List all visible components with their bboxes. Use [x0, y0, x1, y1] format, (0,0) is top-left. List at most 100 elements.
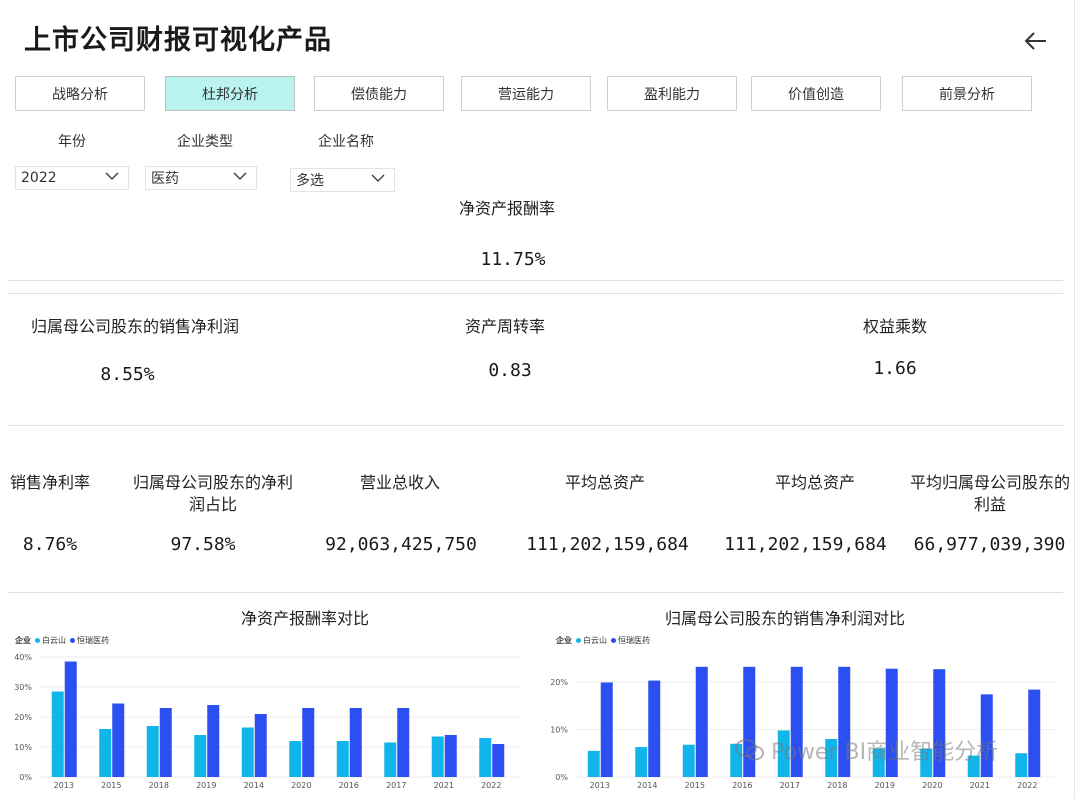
avg-parent-equity-value: 66,977,039,390 [913, 534, 1066, 555]
tab-dupont-analysis[interactable]: 杜邦分析 [165, 76, 295, 111]
net-margin-chart-title: 归属母公司股东的销售净利润对比 [664, 609, 905, 628]
company-type-dropdown[interactable]: 医药 [145, 166, 257, 190]
parent-profit-share-value: 97.58% [170, 534, 236, 555]
bar-baiyunshan-2019[interactable] [194, 735, 207, 777]
bar-baiyunshan-2022[interactable] [1015, 753, 1028, 777]
y-tick-label: 20% [14, 713, 32, 722]
x-tick-label: 2015 [685, 781, 705, 790]
parent-profit-share-label: 归属母公司股东的净利润占比 [133, 473, 294, 514]
chevron-down-icon [233, 172, 247, 180]
legend-dot-icon [70, 638, 75, 643]
equity-multiplier-value: 1.66 [873, 358, 917, 379]
legend-dot-icon [35, 638, 40, 643]
y-tick-label: 0% [19, 773, 32, 782]
bar-hengrui-2018[interactable] [159, 708, 172, 777]
bar-hengrui-2020[interactable] [302, 708, 315, 777]
watermark: Power BI商业智能分析 [735, 734, 998, 766]
legend-dot-icon [576, 638, 581, 643]
x-tick-label: 2014 [244, 781, 264, 790]
year-dropdown-value: 2022 [21, 170, 57, 186]
x-tick-label: 2022 [1017, 781, 1037, 790]
tab-strategy-analysis[interactable]: 战略分析 [15, 76, 145, 111]
bar-baiyunshan-2013[interactable] [51, 691, 64, 778]
company-type-value: 医药 [151, 171, 179, 187]
avg-assets-label: 平均总资产 [564, 473, 645, 492]
x-tick-label: 2017 [386, 781, 406, 790]
bar-hengrui-2013[interactable] [600, 682, 613, 777]
y-tick-label: 40% [14, 653, 32, 662]
asset-turnover-label: 资产周转率 [464, 317, 545, 336]
bar-hengrui-2016[interactable] [349, 708, 362, 777]
bar-baiyunshan-2018[interactable] [146, 726, 159, 777]
x-tick-label: 2015 [101, 781, 121, 790]
bar-hengrui-2014[interactable] [648, 680, 661, 777]
x-tick-label: 2020 [291, 781, 311, 790]
avg-assets-value-2: 111,202,159,684 [724, 534, 887, 555]
divider [8, 425, 1063, 426]
tab-label: 偿债能力 [351, 86, 407, 103]
bar-baiyunshan-2015[interactable] [99, 729, 112, 777]
x-tick-label: 2016 [732, 781, 752, 790]
back-arrow-icon[interactable] [1020, 26, 1050, 56]
bar-hengrui-2013[interactable] [64, 661, 77, 778]
company-filter-label: 企业名称 [318, 134, 374, 150]
net-margin-value: 8.76% [22, 534, 78, 555]
parent-net-margin-value: 8.55% [100, 364, 155, 385]
legend-dot-icon [611, 638, 616, 643]
tab-label: 前景分析 [939, 86, 995, 103]
bar-baiyunshan-2016[interactable] [336, 741, 349, 777]
tab-solvency[interactable]: 偿债能力 [314, 76, 444, 111]
bar-baiyunshan-2014[interactable] [635, 747, 648, 777]
bar-baiyunshan-2015[interactable] [682, 744, 695, 777]
bar-baiyunshan-2021[interactable] [431, 736, 444, 778]
bar-hengrui-2022[interactable] [1028, 689, 1041, 777]
bar-hengrui-2022[interactable] [492, 744, 505, 777]
tab-operating-capacity[interactable]: 营运能力 [461, 76, 591, 111]
bar-hengrui-2021[interactable] [444, 735, 457, 777]
bar-hengrui-2019[interactable] [207, 705, 220, 777]
tab-prospect-analysis[interactable]: 前景分析 [902, 76, 1032, 111]
type-filter-label: 企业类型 [177, 134, 233, 150]
page-title: 上市公司财报可视化产品 [24, 25, 332, 56]
bar-hengrui-2017[interactable] [397, 708, 410, 777]
tab-profitability[interactable]: 盈利能力 [607, 76, 737, 111]
bar-baiyunshan-2022[interactable] [479, 738, 492, 777]
x-tick-label: 2014 [637, 781, 657, 790]
x-tick-label: 2021 [434, 781, 454, 790]
chevron-down-icon [105, 172, 119, 180]
year-dropdown[interactable]: 2022 [15, 166, 129, 190]
bar-baiyunshan-2013[interactable] [587, 750, 600, 777]
equity-multiplier-label: 权益乘数 [862, 317, 927, 336]
tab-label: 价值创造 [788, 86, 844, 103]
watermark-text: Power BI商业智能分析 [771, 740, 999, 765]
tab-value-creation[interactable]: 价值创造 [751, 76, 881, 111]
tab-label: 盈利能力 [644, 86, 700, 103]
x-tick-label: 2013 [54, 781, 74, 790]
asset-turnover-value: 0.83 [488, 360, 532, 381]
parent-net-margin-label: 归属母公司股东的销售净利润 [30, 317, 239, 336]
avg-assets-value: 111,202,159,684 [526, 534, 689, 555]
wechat-icon [735, 739, 764, 761]
divider [8, 592, 1063, 593]
revenue-label: 营业总收入 [359, 473, 440, 492]
tab-label: 杜邦分析 [202, 86, 258, 103]
bar-baiyunshan-2017[interactable] [384, 742, 397, 778]
bar-hengrui-2015[interactable] [695, 666, 708, 777]
avg-assets-label-2: 平均总资产 [774, 473, 855, 492]
y-tick-label: 0% [555, 773, 568, 782]
bar-hengrui-2014[interactable] [254, 714, 267, 777]
x-tick-label: 2019 [875, 781, 895, 790]
divider [8, 293, 1063, 294]
revenue-value: 92,063,425,750 [325, 534, 477, 555]
roe-chart-title: 净资产报酬率对比 [240, 609, 369, 628]
bar-hengrui-2015[interactable] [112, 703, 125, 778]
roe-label: 净资产报酬率 [458, 199, 555, 218]
roe-value: 11.75% [480, 249, 546, 270]
bar-baiyunshan-2014[interactable] [241, 727, 254, 778]
bar-baiyunshan-2020[interactable] [289, 741, 302, 777]
company-name-dropdown[interactable]: 多选 [290, 168, 395, 192]
net-margin-comparison-chart: 0% 10% 20% 2013 2014 2015 2016 2017 2018 2019 2020… [550, 666, 1055, 790]
tab-label: 营运能力 [498, 86, 554, 103]
chevron-down-icon [371, 174, 385, 182]
x-tick-label: 2020 [922, 781, 942, 790]
